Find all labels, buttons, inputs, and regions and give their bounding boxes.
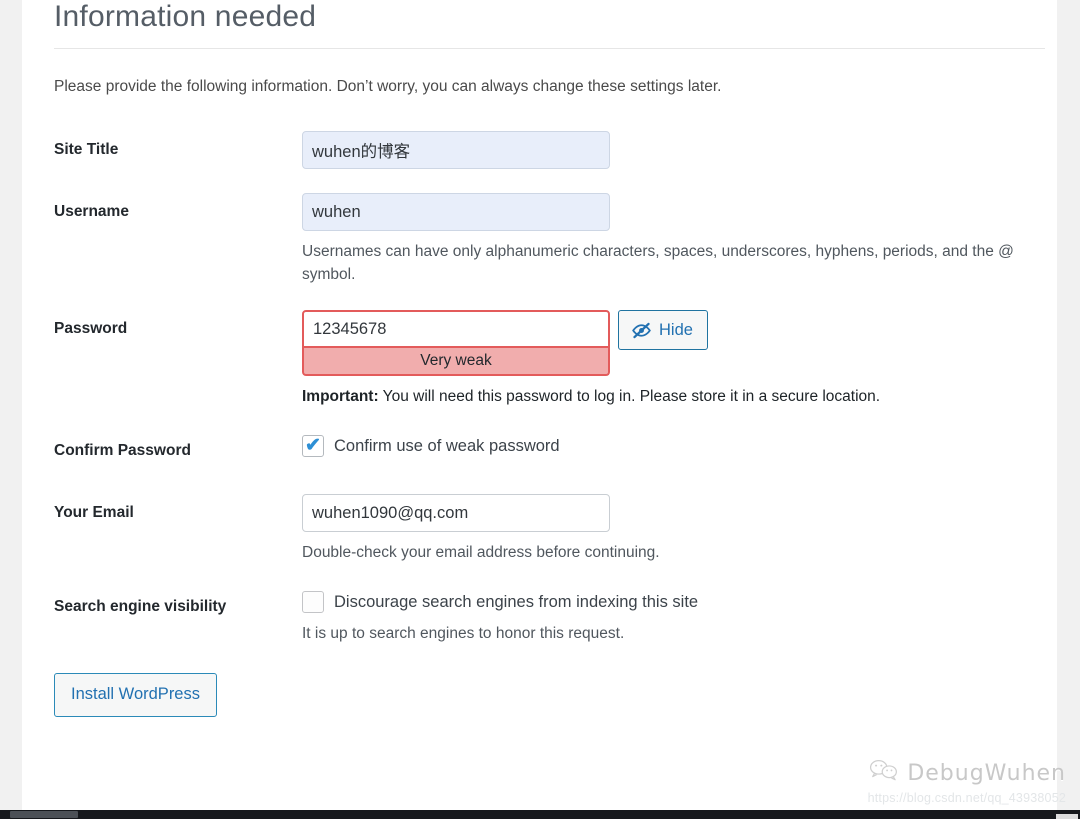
confirm-weak-password-row[interactable]: ✔ Confirm use of weak password — [302, 432, 1054, 457]
intro-text: Please provide the following information… — [54, 78, 722, 95]
password-strength-indicator: Very weak — [302, 348, 610, 376]
label-confirm-password: Confirm Password — [54, 442, 191, 459]
password-important-note: Important: You will need this password t… — [302, 385, 1042, 408]
title-divider — [54, 48, 1045, 49]
label-search-visibility: Search engine visibility — [54, 598, 227, 615]
username-description: Usernames can have only alphanumeric cha… — [302, 243, 1014, 283]
toggle-password-visibility-button[interactable]: Hide — [618, 310, 708, 350]
setup-form-table: Site Title Username Usernames can have o… — [54, 117, 1054, 655]
browser-viewport: Information needed Please provide the fo… — [0, 0, 1080, 819]
discourage-search-engines-checkbox[interactable] — [302, 591, 324, 613]
toggle-password-label: Hide — [659, 321, 693, 339]
discourage-search-engines-label: Discourage search engines from indexing … — [334, 593, 699, 611]
confirm-weak-password-label: Confirm use of weak password — [334, 437, 560, 455]
label-password: Password — [54, 320, 128, 337]
label-username: Username — [54, 203, 129, 220]
cell-password: Very weak — [302, 296, 1054, 418]
discourage-search-engines-row[interactable]: Discourage search engines from indexing … — [302, 588, 1054, 613]
label-site-title: Site Title — [54, 141, 119, 158]
page-title: Information needed — [54, 0, 317, 33]
password-row: Very weak — [302, 310, 1054, 376]
email-description: Double-check your email address before c… — [302, 544, 660, 561]
scrollbar-corner — [1056, 814, 1078, 819]
site-title-input[interactable] — [302, 131, 610, 169]
form-row-username: Username Usernames can have only alphanu… — [54, 179, 1054, 296]
form-row-site-title: Site Title — [54, 117, 1054, 179]
eye-slash-icon — [631, 320, 652, 341]
horizontal-scrollbar-track[interactable] — [0, 810, 1080, 819]
install-page-panel: Information needed Please provide the fo… — [22, 0, 1057, 810]
important-prefix: Important: — [302, 388, 379, 405]
cell-email: Double-check your email address before c… — [302, 480, 1054, 574]
submit-container: Install WordPress — [54, 655, 1054, 717]
install-form-container: Information needed Please provide the fo… — [54, 0, 1054, 717]
cell-site-title — [302, 117, 1054, 179]
label-email: Your Email — [54, 504, 134, 521]
horizontal-scrollbar-thumb[interactable] — [10, 811, 78, 818]
cell-confirm-password: ✔ Confirm use of weak password — [302, 418, 1054, 480]
username-input[interactable] — [302, 193, 610, 231]
search-visibility-description: It is up to search engines to honor this… — [302, 625, 625, 642]
password-input[interactable] — [302, 310, 610, 348]
email-input[interactable] — [302, 494, 610, 532]
confirm-weak-password-checkbox[interactable]: ✔ — [302, 435, 324, 457]
cell-search-visibility: Discourage search engines from indexing … — [302, 574, 1054, 655]
important-body: You will need this password to log in. P… — [378, 388, 881, 405]
checkmark-icon: ✔ — [305, 434, 321, 456]
password-stack: Very weak — [302, 310, 610, 376]
form-row-password: Password Very weak — [54, 296, 1054, 418]
install-wordpress-button[interactable]: Install WordPress — [54, 673, 217, 717]
form-row-email: Your Email Double-check your email addre… — [54, 480, 1054, 574]
form-row-search-visibility: Search engine visibility Discourage sear… — [54, 574, 1054, 655]
cell-username: Usernames can have only alphanumeric cha… — [302, 179, 1054, 296]
form-row-confirm-password: Confirm Password ✔ Confirm use of weak p… — [54, 418, 1054, 480]
